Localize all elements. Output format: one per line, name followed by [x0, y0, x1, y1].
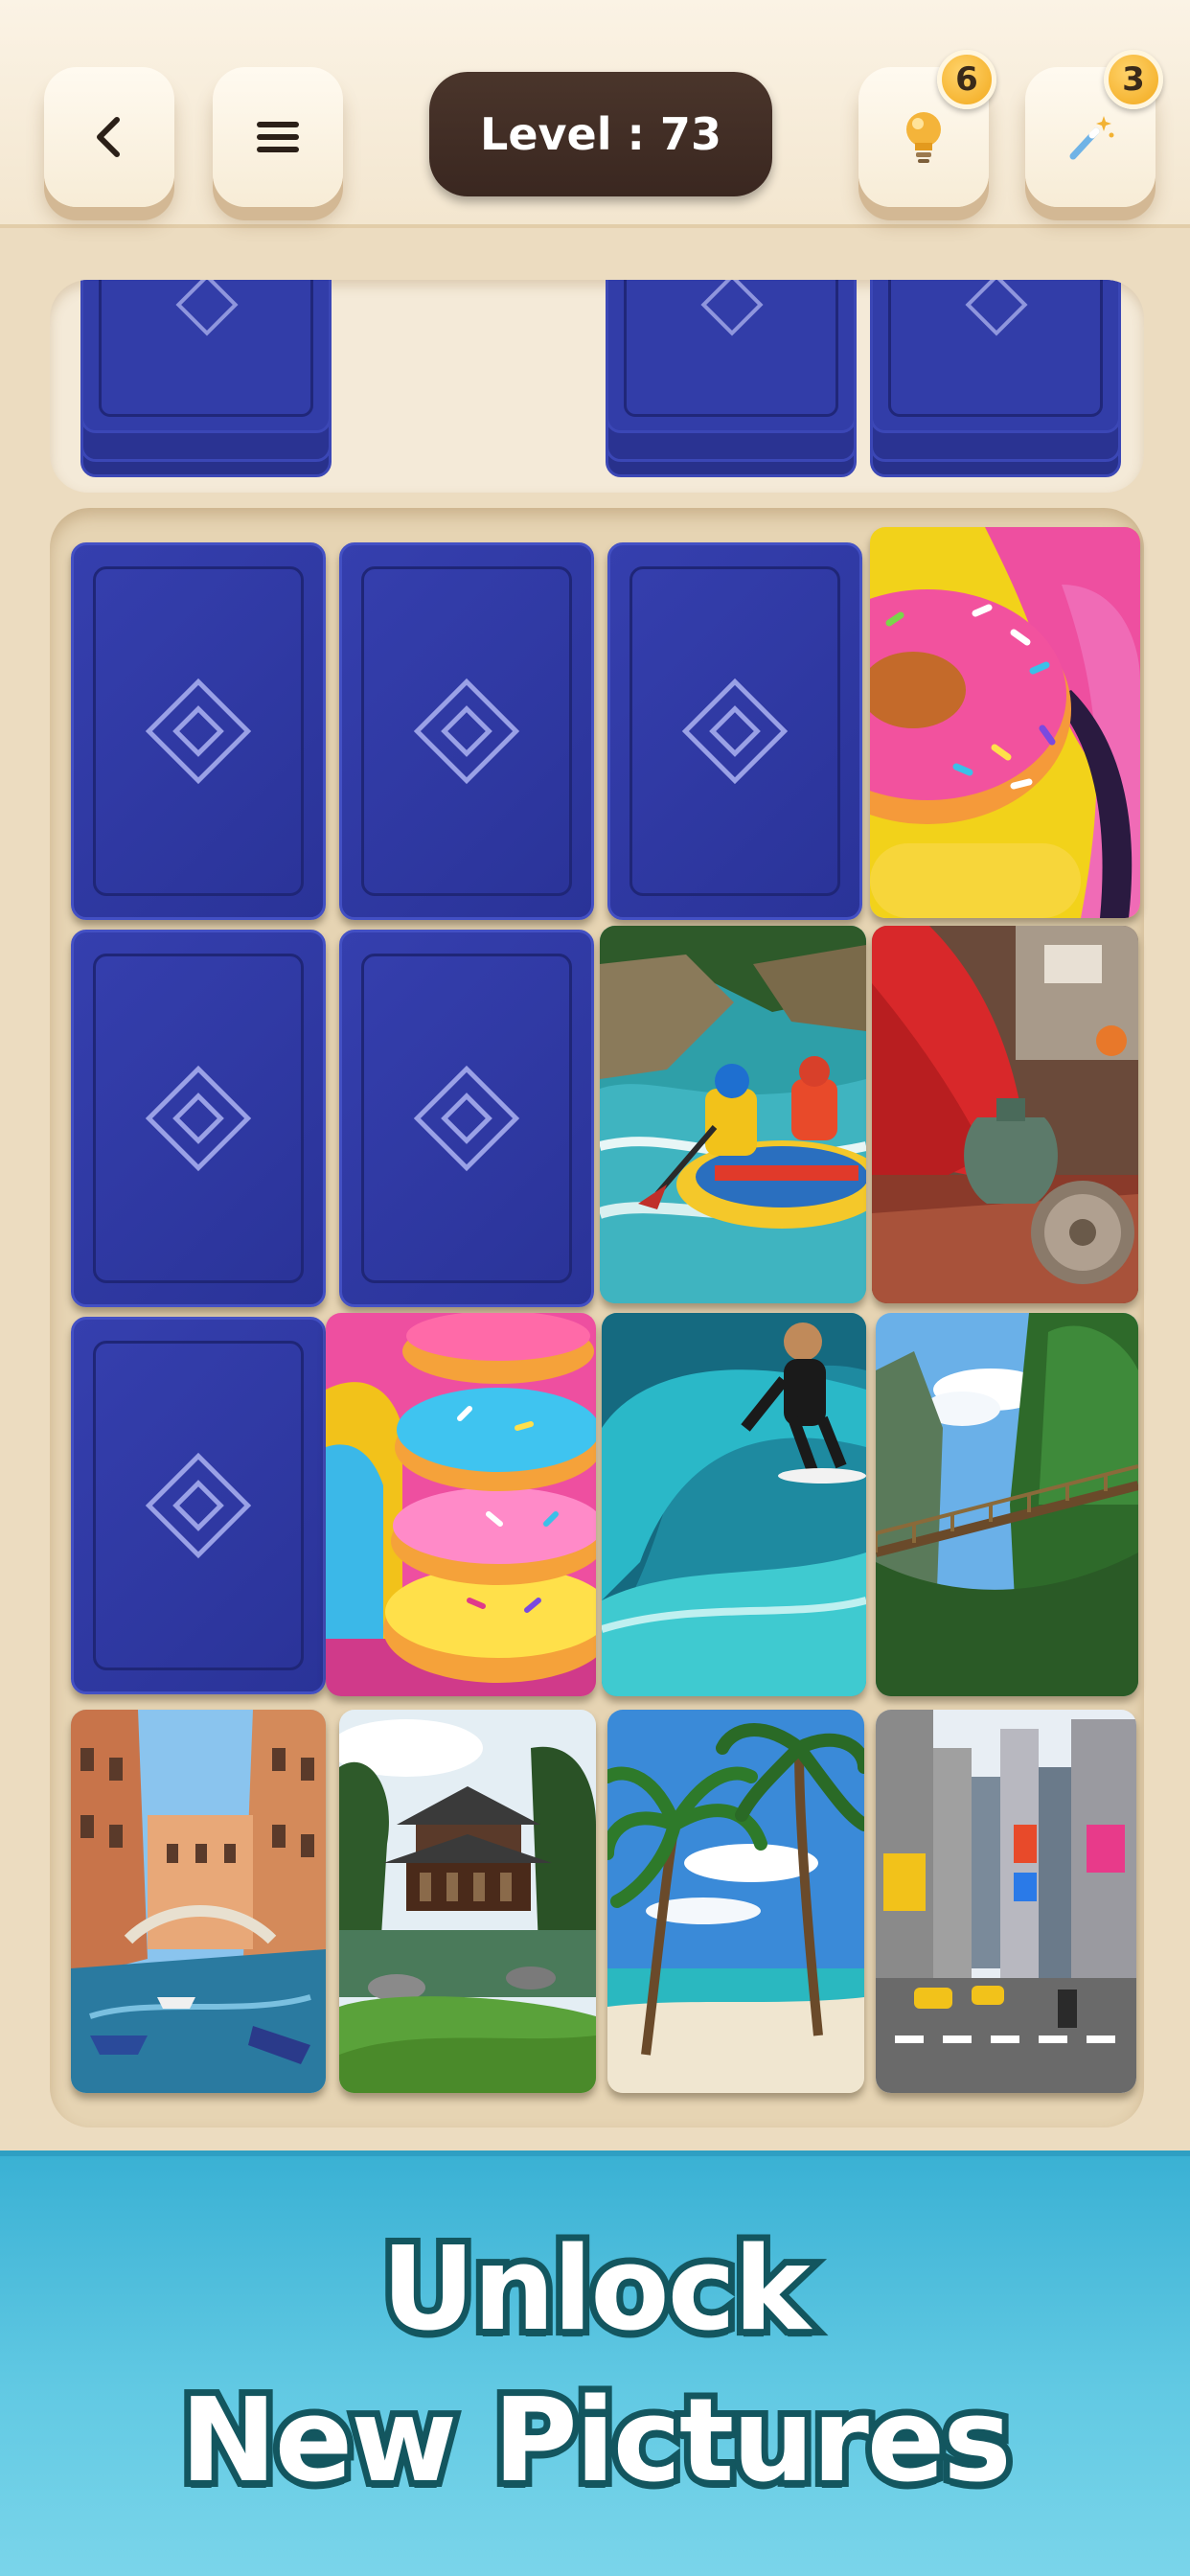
- card-face-down[interactable]: [71, 1317, 326, 1694]
- donut-picture: [870, 527, 1140, 918]
- back-button[interactable]: [44, 67, 174, 207]
- card-face-down[interactable]: [339, 930, 594, 1307]
- pagoda-garden-picture: [339, 1710, 596, 2093]
- card-picture-venice-canal[interactable]: [71, 1710, 326, 2093]
- card-stack[interactable]: [606, 280, 857, 477]
- market-pottery-picture: [872, 926, 1138, 1303]
- hint-count-badge: 6: [937, 50, 996, 109]
- card-picture-times-square[interactable]: [876, 1710, 1136, 2093]
- chevron-left-icon: [97, 117, 120, 157]
- donut-stack-picture: [326, 1313, 596, 1696]
- card-picture-surfer-wave[interactable]: [602, 1313, 866, 1696]
- venice-canal-picture: [71, 1710, 326, 2093]
- stack-card-top: [870, 280, 1121, 433]
- card-stack[interactable]: [80, 280, 332, 477]
- river-rafting-picture: [600, 926, 866, 1303]
- diamond-icon: [965, 280, 1028, 336]
- diamond-icon: [700, 280, 764, 336]
- promo-banner: Unlock New Pictures: [0, 2150, 1190, 2576]
- stack-card-top: [606, 280, 857, 433]
- card-face-down[interactable]: [339, 542, 594, 920]
- card-picture-jungle-bridge[interactable]: [876, 1313, 1138, 1696]
- jungle-bridge-picture: [876, 1313, 1138, 1696]
- card-picture-pagoda-garden[interactable]: [339, 1710, 596, 2093]
- banner-headline-line1: Unlock: [375, 2217, 816, 2363]
- magic-wand-icon: [1069, 116, 1114, 160]
- banner-headline-line2: New Pictures: [173, 2368, 1018, 2515]
- card-picture-donut-stack[interactable]: [326, 1313, 596, 1696]
- card-picture-market-pottery[interactable]: [872, 926, 1138, 1303]
- surfer-wave-picture: [602, 1313, 866, 1696]
- level-indicator: Level : 73: [429, 72, 772, 196]
- card-face-down[interactable]: [607, 542, 862, 920]
- card-face-down[interactable]: [71, 930, 326, 1307]
- times-square-picture: [876, 1710, 1136, 2093]
- wand-count-badge: 3: [1104, 50, 1163, 109]
- card-stack[interactable]: [870, 280, 1121, 477]
- card-picture-donut[interactable]: [870, 527, 1140, 918]
- top-bar: Level : 73 6 3: [0, 0, 1190, 228]
- card-stack-tray: [50, 280, 1144, 493]
- card-picture-palm-beach[interactable]: [607, 1710, 864, 2093]
- card-face-down[interactable]: [71, 542, 326, 920]
- game-board: [50, 508, 1144, 2128]
- palm-beach-picture: [607, 1710, 864, 2093]
- hamburger-menu-icon: [257, 122, 299, 152]
- menu-button[interactable]: [213, 67, 343, 207]
- diamond-icon: [175, 280, 239, 336]
- lightbulb-icon: [906, 112, 941, 163]
- magic-wand-button[interactable]: 3: [1025, 50, 1163, 207]
- card-picture-river-rafting[interactable]: [600, 926, 866, 1303]
- hint-button[interactable]: 6: [858, 50, 996, 207]
- stack-card-top: [80, 280, 332, 433]
